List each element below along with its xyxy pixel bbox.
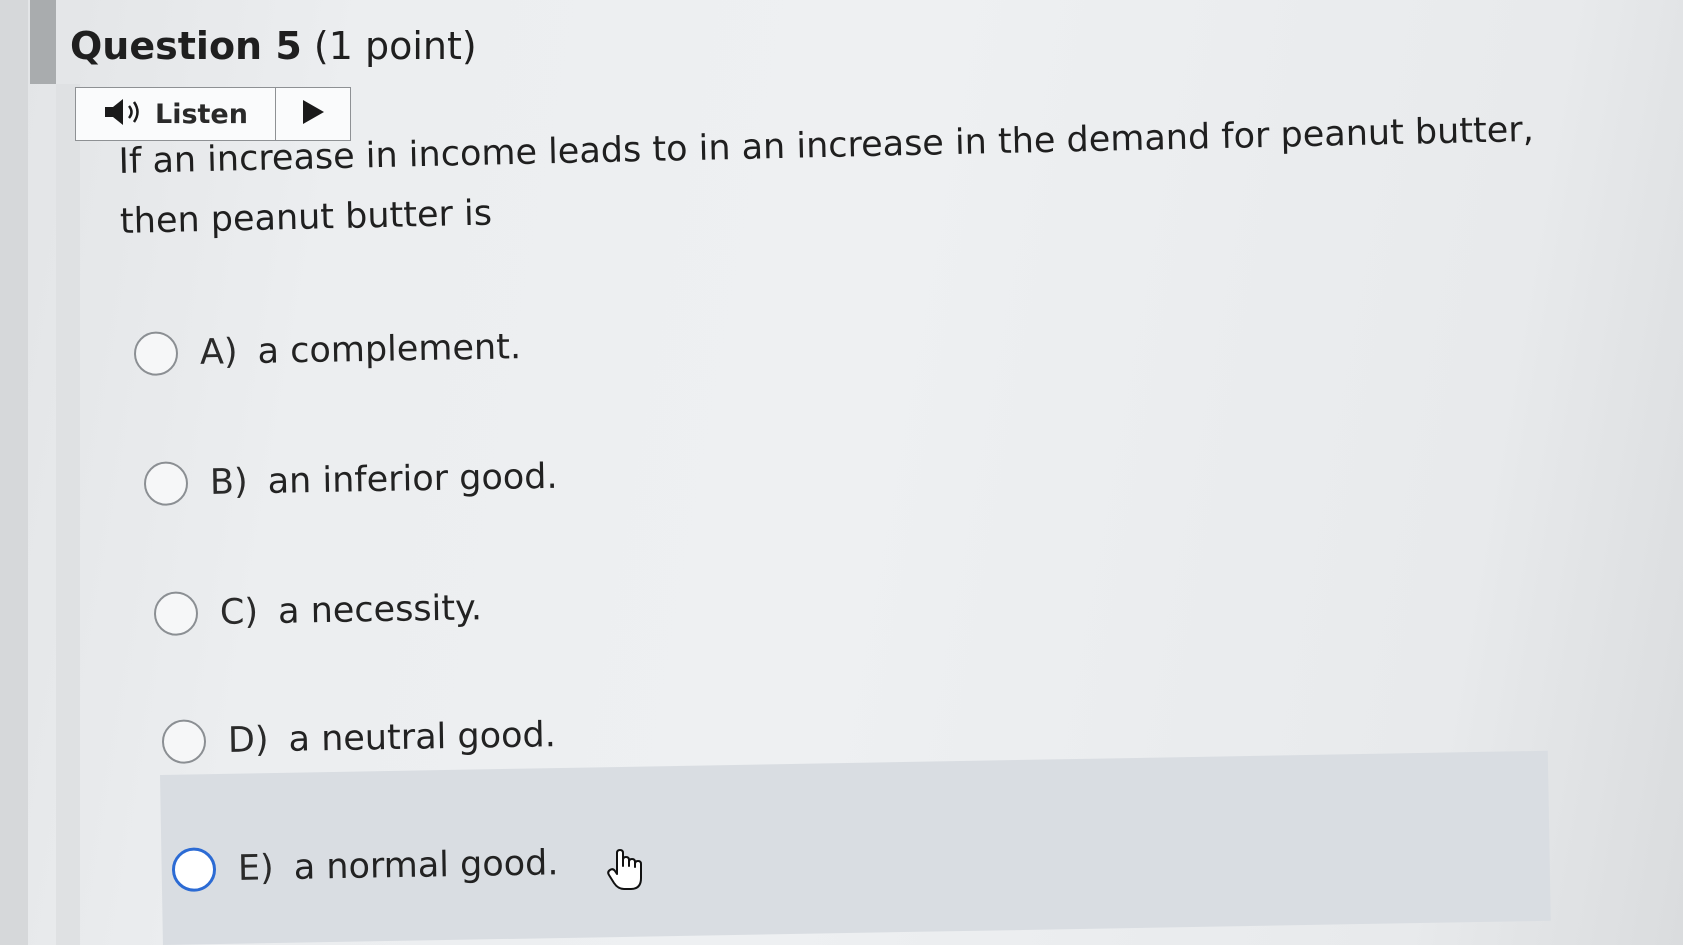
option-d[interactable]: D) a neutral good.	[161, 713, 557, 764]
option-a-radio[interactable]	[133, 331, 179, 376]
option-c-letter: C)	[219, 592, 259, 633]
option-c-text: a necessity.	[277, 588, 483, 632]
answer-options: A) a complement. B) an inferior good. C)…	[0, 0, 1683, 945]
option-d-radio[interactable]	[161, 719, 207, 764]
option-e-letter: E)	[237, 848, 275, 889]
option-e-text: a normal good.	[293, 843, 559, 888]
option-d-text: a neutral good.	[288, 715, 557, 760]
option-b-text: an inferior good.	[267, 456, 558, 502]
option-e[interactable]: E) a normal good.	[171, 841, 559, 892]
option-b[interactable]: B) an inferior good.	[143, 455, 558, 506]
option-c[interactable]: C) a necessity.	[153, 586, 483, 636]
option-b-radio[interactable]	[143, 461, 189, 506]
hand-pointer-icon	[607, 848, 643, 896]
option-c-radio[interactable]	[153, 591, 199, 636]
option-d-letter: D)	[227, 720, 269, 761]
option-b-letter: B)	[209, 462, 249, 503]
option-a-letter: A)	[199, 332, 238, 373]
option-e-radio[interactable]	[171, 847, 217, 892]
option-a-text: a complement.	[257, 327, 522, 372]
option-a[interactable]: A) a complement.	[133, 325, 522, 376]
